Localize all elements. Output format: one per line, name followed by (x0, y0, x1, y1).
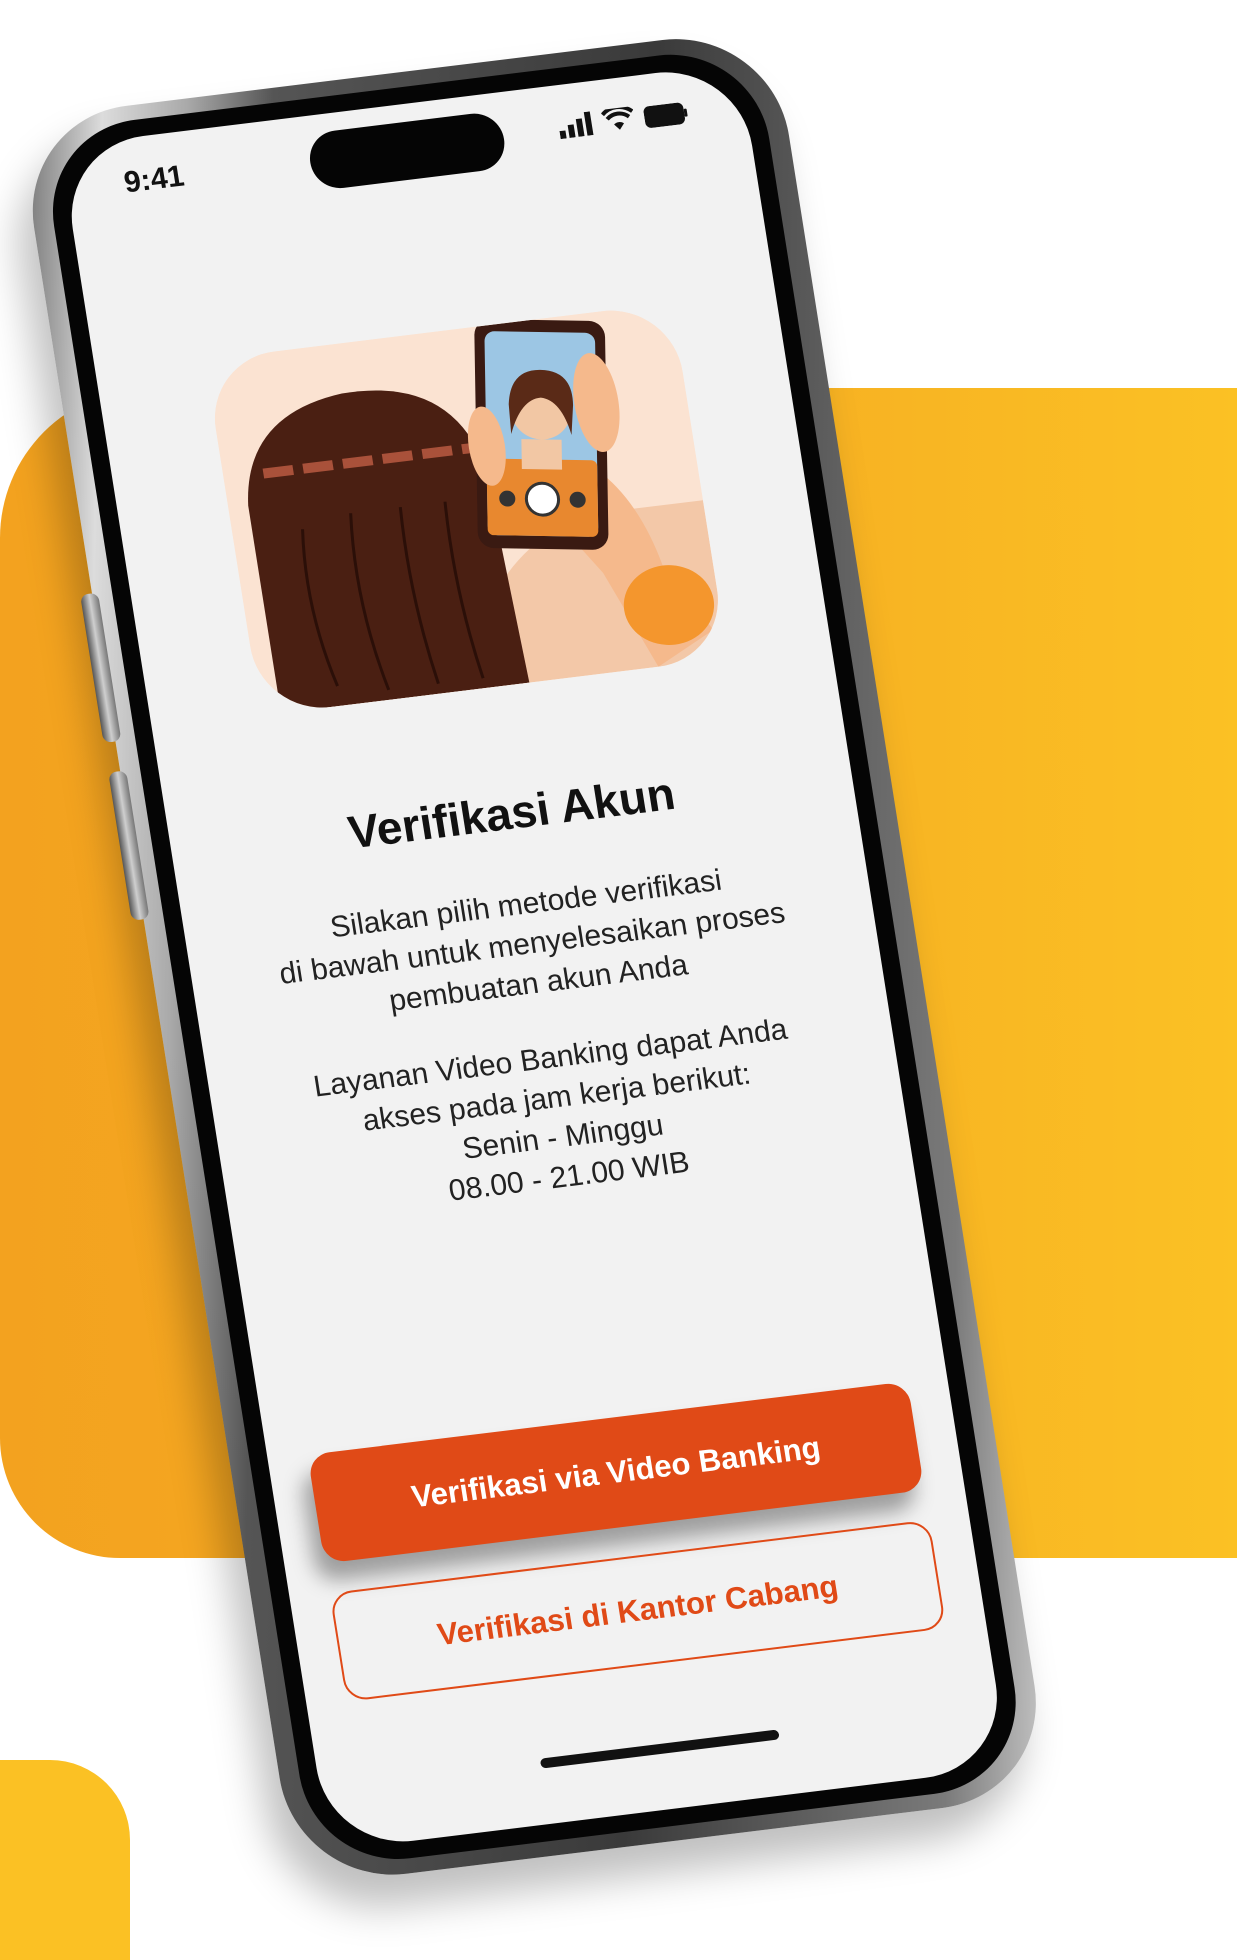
selfie-illustration (204, 302, 728, 716)
selfie-illustration-art (204, 302, 728, 716)
phone-mockup: 9:41 Verifikasi Akun Silakan pilih metod… (0, 0, 1218, 1952)
verification-instructions: Silakan pilih metode verifikasi di bawah… (277, 863, 788, 1018)
description-block: Silakan pilih metode verifikasi di bawah… (223, 848, 878, 1269)
wifi-icon (600, 106, 634, 130)
home-indicator (539, 1729, 780, 1769)
background-corner-blob (0, 1760, 130, 1960)
dynamic-island (305, 110, 509, 192)
signal-icon (559, 111, 594, 140)
service-hours-info: Layanan Video Banking dapat Anda akses p… (311, 1012, 790, 1208)
status-time: 9:41 (121, 159, 187, 200)
status-icons (557, 100, 690, 140)
battery-icon (643, 102, 688, 128)
phone-screen: 9:41 Verifikasi Akun Silakan pilih metod… (59, 62, 1009, 1851)
